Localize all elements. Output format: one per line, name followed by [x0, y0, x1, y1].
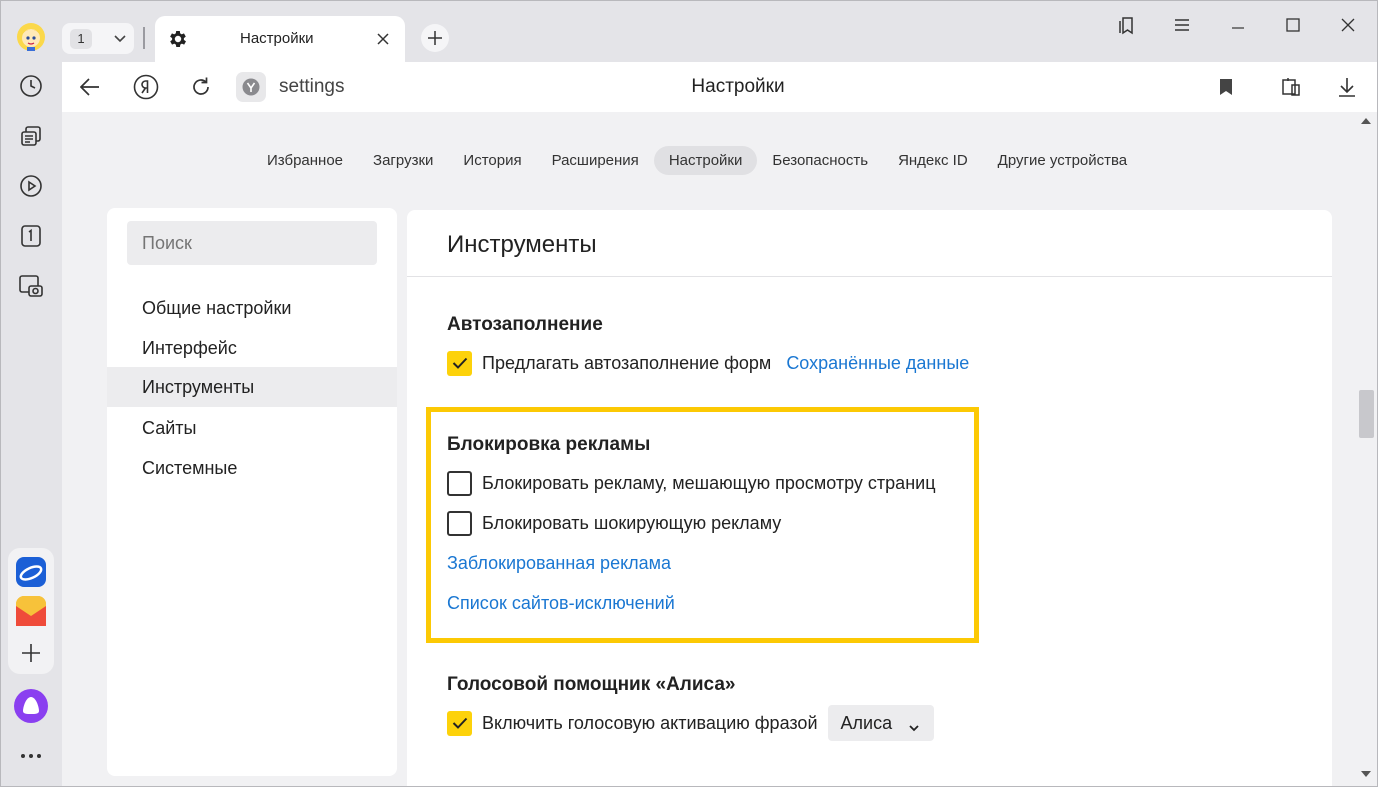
- video-play-icon[interactable]: [12, 167, 50, 205]
- address-toolbar: settings Настройки: [62, 62, 1378, 112]
- tab-yandex-id[interactable]: Яндекс ID: [883, 146, 983, 175]
- autofill-checkbox[interactable]: [447, 350, 472, 376]
- adblock-row-2: Блокировать шокирующую рекламу: [447, 510, 781, 536]
- add-app-icon[interactable]: [18, 640, 44, 666]
- tab-history[interactable]: История: [448, 146, 536, 175]
- messenger-app-icon[interactable]: [16, 557, 46, 587]
- tab-title: Настройки: [240, 30, 314, 47]
- site-exceptions-link[interactable]: Список сайтов-исключений: [447, 593, 675, 614]
- saved-data-link[interactable]: Сохранённые данные: [786, 353, 969, 374]
- chevron-down-icon: [908, 716, 922, 732]
- scrollbar[interactable]: [1354, 112, 1378, 787]
- scrollbar-thumb[interactable]: [1359, 390, 1374, 438]
- bookmark-icon[interactable]: [1212, 73, 1240, 101]
- voice-activation-label: Включить голосовую активацию фразой: [482, 712, 818, 733]
- tab-settings[interactable]: Настройки: [155, 16, 405, 62]
- tab-other-devices[interactable]: Другие устройства: [983, 146, 1142, 175]
- history-icon[interactable]: [12, 67, 50, 105]
- side-rail: [0, 0, 62, 787]
- profile-avatar[interactable]: [12, 18, 50, 56]
- alice-row: Включить голосовую активацию фразой Алис…: [447, 705, 934, 741]
- gear-icon: [167, 28, 189, 50]
- window-close-icon[interactable]: [1335, 12, 1361, 38]
- chevron-down-icon[interactable]: [108, 27, 132, 51]
- adblock-row-1: Блокировать рекламу, мешающую просмотру …: [447, 470, 936, 496]
- autofill-heading: Автозаполнение: [447, 314, 603, 335]
- tab-security[interactable]: Безопасность: [757, 146, 883, 175]
- new-tab-button[interactable]: [421, 24, 449, 52]
- extensions-icon[interactable]: [1277, 73, 1305, 101]
- tab-downloads[interactable]: Загрузки: [358, 146, 448, 175]
- settings-panel: Инструменты Автозаполнение Предлагать ав…: [407, 210, 1332, 787]
- tab-extensions[interactable]: Расширения: [537, 146, 654, 175]
- block-intrusive-ads-label: Блокировать рекламу, мешающую просмотру …: [482, 472, 936, 493]
- tab-count-badge: 1: [70, 28, 92, 49]
- tab-divider: [143, 27, 145, 49]
- voice-activation-checkbox[interactable]: [447, 710, 472, 736]
- screenshot-icon[interactable]: [12, 267, 50, 305]
- tab-settings-nav[interactable]: Настройки: [653, 145, 758, 175]
- tab-favorites[interactable]: Избранное: [252, 146, 358, 175]
- exceptions-row: Список сайтов-исключений: [447, 590, 675, 616]
- page-title: Настройки: [691, 76, 785, 97]
- settings-sidebar: Общие настройки Интерфейс Инструменты Са…: [107, 208, 397, 776]
- section-title: Инструменты: [447, 231, 597, 258]
- rail-apps-panel: [8, 548, 54, 674]
- sidebar-item-interface[interactable]: Интерфейс: [107, 328, 397, 368]
- sidebar-item-sites[interactable]: Сайты: [107, 408, 397, 448]
- menu-icon[interactable]: [1169, 12, 1195, 38]
- block-shocking-ads-checkbox[interactable]: [447, 510, 472, 536]
- close-icon[interactable]: [372, 28, 394, 50]
- blocked-ads-row: Заблокированная реклама: [447, 550, 671, 576]
- download-icon[interactable]: [1333, 73, 1361, 101]
- settings-nav-tabs: Избранное Загрузки История Расширения На…: [252, 145, 1142, 175]
- sidebar-item-tools[interactable]: Инструменты: [107, 367, 397, 407]
- adblock-heading: Блокировка рекламы: [447, 434, 651, 455]
- select-value: Алиса: [840, 712, 893, 733]
- block-intrusive-ads-checkbox[interactable]: [447, 470, 472, 496]
- more-options-icon[interactable]: [12, 737, 50, 775]
- block-shocking-ads-label: Блокировать шокирующую рекламу: [482, 512, 782, 533]
- tabs-count-icon[interactable]: [12, 217, 50, 255]
- maximize-icon[interactable]: [1280, 12, 1306, 38]
- search-input[interactable]: [127, 221, 377, 265]
- bookmarks-panel-icon[interactable]: [1114, 12, 1140, 38]
- alice-heading: Голосовой помощник «Алиса»: [447, 674, 736, 695]
- collections-icon[interactable]: [12, 117, 50, 155]
- mail-app-icon[interactable]: [16, 596, 46, 626]
- tab-counter[interactable]: 1: [62, 23, 134, 54]
- divider: [407, 276, 1332, 277]
- alice-icon[interactable]: [12, 687, 50, 725]
- blocked-ads-link[interactable]: Заблокированная реклама: [447, 553, 671, 574]
- autofill-label: Предлагать автозаполнение форм: [482, 352, 772, 373]
- sidebar-item-system[interactable]: Системные: [107, 448, 397, 488]
- autofill-row: Предлагать автозаполнение форм Сохранённ…: [447, 350, 969, 376]
- activation-phrase-select[interactable]: Алиса: [827, 705, 934, 741]
- minimize-icon[interactable]: [1225, 12, 1251, 38]
- sidebar-item-general[interactable]: Общие настройки: [107, 288, 397, 328]
